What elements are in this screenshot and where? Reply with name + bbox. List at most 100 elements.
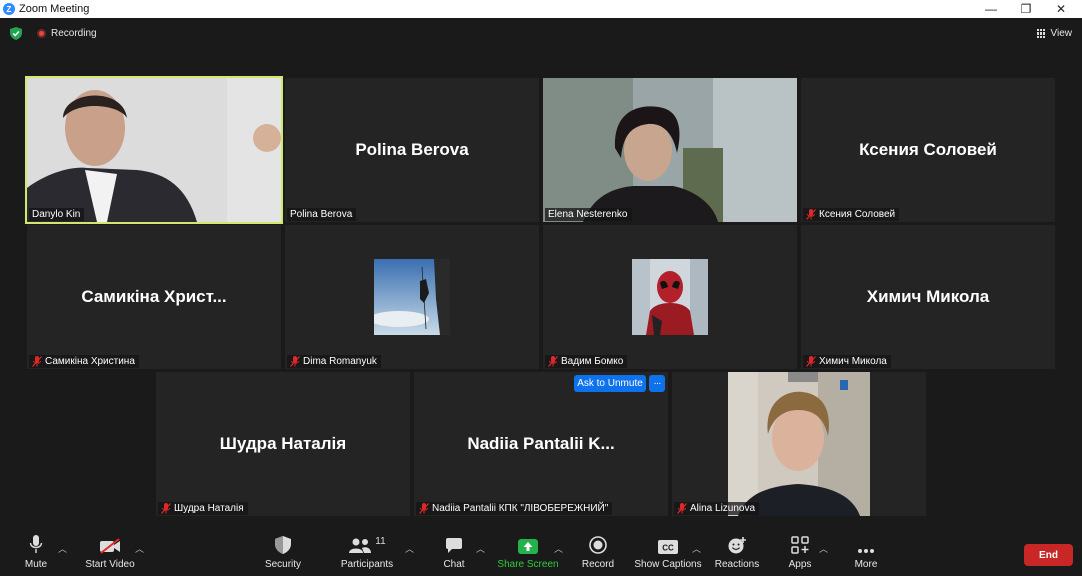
share-screen-button[interactable]: Share Screen (497, 530, 559, 576)
start-video-button[interactable]: Start Video (82, 530, 138, 576)
vadym-bomko-avatar (632, 259, 708, 335)
video-options-caret-icon[interactable]: ︿ (135, 542, 144, 555)
participant-name: Самикіна Христина (45, 356, 135, 367)
participant-name-tag: Danylo Kin (29, 208, 85, 221)
svg-text:CC: CC (662, 544, 674, 553)
participant-name: Dima Romanyuk (303, 356, 377, 367)
participant-tile-shudra-nataliia[interactable]: Шудра Наталія Шудра Наталія (156, 372, 410, 516)
participant-display-name: Химич Микола (866, 287, 990, 306)
security-label: Security (264, 559, 302, 570)
participant-display-name: Самикіна Христ... (81, 287, 227, 306)
mute-button[interactable]: Mute (22, 530, 50, 576)
more-button[interactable]: More (852, 530, 880, 576)
participant-name-tag: Elena Nesterenko (545, 208, 632, 221)
participant-name: Вадим Бомко (561, 356, 624, 367)
microphone-icon (29, 535, 43, 553)
participant-name: Nadiia Pantalii КПК "ЛІВОБЕРЕЖНИЙ" (432, 503, 609, 514)
security-button[interactable]: Security (262, 530, 304, 576)
participants-count-badge: 11 (375, 536, 386, 547)
participant-name: Alina Lizunova (690, 503, 756, 514)
participant-name: Шудра Наталія (174, 503, 244, 514)
participant-name-tag: Химич Микола (803, 355, 891, 368)
audio-options-caret-icon[interactable]: ︿ (58, 542, 67, 555)
mic-muted-icon (290, 356, 300, 367)
participants-icon (349, 538, 372, 553)
reactions-label: Reactions (714, 559, 760, 570)
participant-tile-samykina[interactable]: Самикіна Христ... Самикіна Христина (27, 225, 281, 369)
mic-muted-icon (548, 356, 558, 367)
record-button[interactable]: Record (580, 530, 616, 576)
participant-name-tag: Polina Berova (287, 208, 357, 221)
participants-options-caret-icon[interactable]: ︿ (405, 542, 414, 555)
apps-options-caret-icon[interactable]: ︿ (819, 542, 828, 555)
share-screen-label: Share Screen (497, 559, 559, 570)
view-button[interactable]: View (1036, 28, 1073, 39)
participant-tile-alina-lizunova[interactable]: Alina Lizunova (672, 372, 926, 516)
mic-muted-icon (806, 209, 816, 220)
danylo-kin-video (27, 78, 281, 222)
participant-display-name: Шудра Наталія (219, 434, 347, 453)
participant-more-options-button[interactable]: ··· (649, 375, 665, 392)
participant-tile-ksenia-solovei[interactable]: Ксения Соловей Ксения Соловей (801, 78, 1055, 222)
restore-button[interactable]: ❐ (1008, 0, 1044, 18)
mute-label: Mute (24, 559, 48, 570)
mic-muted-icon (161, 503, 171, 514)
view-label: View (1050, 28, 1073, 39)
apps-icon (791, 536, 809, 554)
chat-label: Chat (443, 559, 465, 570)
video-off-icon (100, 538, 120, 554)
participant-name-tag: Самикіна Христина (29, 355, 139, 368)
reactions-button[interactable]: Reactions (714, 530, 760, 576)
record-label: Record (581, 559, 615, 570)
recording-dot-icon (37, 29, 46, 38)
grid-view-icon (1036, 29, 1046, 38)
security-shield-icon (275, 536, 291, 554)
participant-name: Danylo Kin (32, 209, 81, 220)
chat-button[interactable]: Chat (440, 530, 468, 576)
participant-name-tag: Вадим Бомко (545, 355, 628, 368)
mic-muted-icon (806, 356, 816, 367)
encryption-shield-icon[interactable] (10, 27, 22, 40)
participant-name-tag: Ксения Соловей (803, 208, 900, 221)
mic-muted-icon (677, 503, 687, 514)
captions-options-caret-icon[interactable]: ︿ (692, 542, 701, 555)
window-title: Zoom Meeting (19, 3, 90, 15)
dima-romanyuk-avatar (374, 259, 450, 335)
chat-options-caret-icon[interactable]: ︿ (476, 542, 485, 555)
participant-display-name: Polina Berova (355, 140, 469, 159)
participant-tile-dima-romanyuk[interactable]: Dima Romanyuk (285, 225, 539, 369)
participant-display-name: Nadiia Pantalii K... (467, 434, 615, 453)
mic-muted-icon (419, 503, 429, 514)
participant-tile-khymych-mykola[interactable]: Химич Микола Химич Микола (801, 225, 1055, 369)
chat-bubble-icon (446, 538, 462, 553)
participant-name: Polina Berova (290, 209, 353, 220)
participants-label: Participants (340, 559, 394, 570)
recording-label[interactable]: Recording (51, 28, 97, 39)
participant-name-tag: Nadiia Pantalii КПК "ЛІВОБЕРЕЖНИЙ" (416, 502, 613, 515)
record-icon (589, 536, 607, 554)
participant-tile-elena-nesterenko[interactable]: Elena Nesterenko (543, 78, 797, 222)
participant-name-tag: Шудра Наталія (158, 502, 248, 515)
participant-name-tag: Alina Lizunova (674, 502, 760, 515)
participant-tile-polina-berova[interactable]: Polina Berova Polina Berova (285, 78, 539, 222)
participant-name-tag: Dima Romanyuk (287, 355, 381, 368)
share-screen-icon (518, 539, 538, 554)
reactions-smiley-icon (728, 537, 746, 554)
elena-nesterenko-video (543, 78, 797, 222)
share-options-caret-icon[interactable]: ︿ (554, 542, 563, 555)
participant-name: Elena Nesterenko (548, 209, 628, 220)
end-meeting-button[interactable]: End (1024, 544, 1073, 566)
minimize-button[interactable]: — (973, 0, 1009, 18)
start-video-label: Start Video (85, 559, 135, 570)
captions-cc-icon: CC (658, 540, 678, 554)
close-button[interactable]: ✕ (1043, 0, 1079, 18)
ask-to-unmute-button[interactable]: Ask to Unmute (574, 375, 646, 392)
more-label: More (854, 559, 878, 570)
participant-tile-nadiia-pantalii[interactable]: Nadiia Pantalii K... Nadiia Pantalii КПК… (414, 372, 668, 516)
participant-tile-vadym-bomko[interactable]: Вадим Бомко (543, 225, 797, 369)
participants-button[interactable]: 11 Participants (338, 530, 396, 576)
apps-button[interactable]: Apps (786, 530, 814, 576)
apps-label: Apps (788, 559, 812, 570)
participant-tile-danylo-kin[interactable]: Danylo Kin (25, 76, 283, 224)
participant-name: Ксения Соловей (819, 209, 896, 220)
